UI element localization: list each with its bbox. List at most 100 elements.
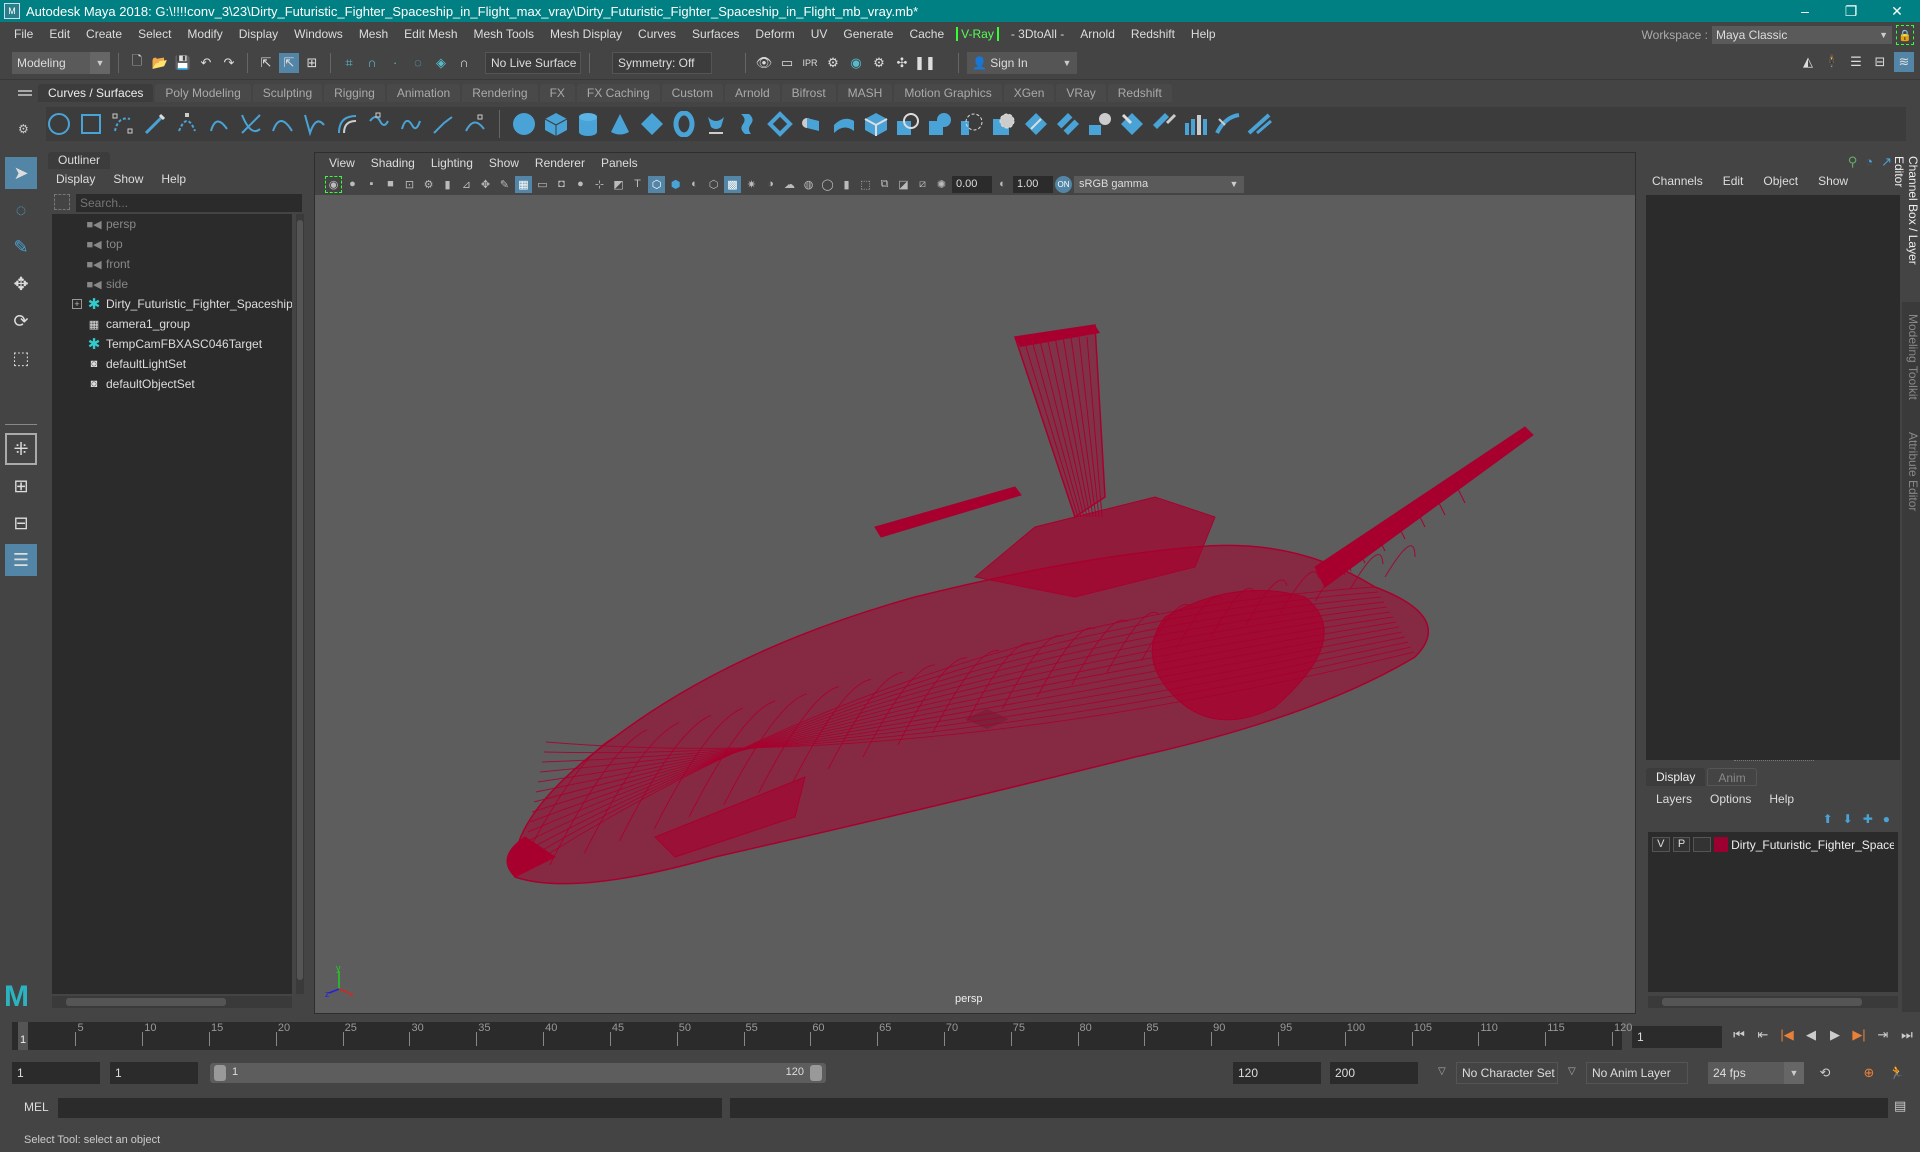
nurbs-circle-icon[interactable] (46, 111, 72, 137)
move-tool-icon[interactable]: ✥ (5, 268, 37, 300)
xray-components-icon[interactable]: ⧄ (914, 176, 931, 193)
show-menu[interactable]: Show (1818, 174, 1848, 188)
extend-curve-icon[interactable] (430, 111, 456, 137)
scale-tool-icon[interactable]: ⬚ (5, 342, 37, 374)
loop-icon[interactable]: ⟲ (1814, 1062, 1836, 1084)
viewport-panel[interactable]: View Shading Lighting Show Renderer Pane… (314, 152, 1636, 1014)
sculpt-geometry-icon[interactable] (1151, 111, 1177, 137)
persp-outliner-layout-icon[interactable]: ⊟ (5, 507, 37, 539)
offset-curve-icon[interactable] (334, 111, 360, 137)
manipulator-icon[interactable]: ⚲ (1848, 154, 1858, 170)
maximize-button[interactable]: ❐ (1828, 0, 1874, 22)
safe-action-icon[interactable]: ◩ (610, 176, 627, 193)
animation-preferences-icon[interactable]: 🏃 (1886, 1062, 1908, 1084)
surface-fillet-icon[interactable] (1087, 111, 1113, 137)
snap-point-icon[interactable]: ∙ (385, 53, 405, 73)
attribute-editor-icon[interactable]: ☰ (1846, 52, 1866, 72)
camera-attributes-icon[interactable]: ● (344, 176, 361, 193)
loft-icon[interactable] (735, 111, 761, 137)
snap-curve-icon[interactable]: ∩ (362, 53, 382, 73)
shelf-tab-fx[interactable]: FX (539, 84, 575, 102)
grease-pencil-icon[interactable]: ✎ (496, 176, 513, 193)
smooth-shade-icon[interactable]: ⬢ (667, 176, 684, 193)
layer-row[interactable]: V P Dirty_Futuristic_Fighter_Spaceship (1648, 832, 1898, 857)
character-set-arrow-icon[interactable]: ▽ (1438, 1066, 1446, 1077)
default-material-icon[interactable]: ◐ (686, 176, 703, 193)
pencil-curve-icon[interactable] (142, 111, 168, 137)
shelf-tab-animation[interactable]: Animation (386, 84, 461, 102)
shelf-tab-sculpting[interactable]: Sculpting (252, 84, 323, 102)
curve-fillet-icon[interactable] (302, 111, 328, 137)
range-slider[interactable]: 1 120 (210, 1063, 826, 1083)
outliner-search-input[interactable] (76, 194, 302, 212)
reverse-surface-icon[interactable] (1215, 111, 1241, 137)
menu-help[interactable]: Help (1183, 27, 1224, 41)
graph-icon[interactable]: ↗ (1881, 154, 1892, 170)
new-layer-icon[interactable]: ✚ (1863, 812, 1873, 826)
menuset-dropdown[interactable]: Modeling ▼ (12, 51, 110, 74)
snap-pivot-icon[interactable]: ∩ (454, 53, 474, 73)
birail-icon[interactable] (831, 111, 857, 137)
move-layer-down-icon[interactable]: ⬇ (1843, 812, 1853, 826)
shelf-settings-icon[interactable]: ⚙ (18, 122, 29, 136)
outliner-item[interactable]: ▦ camera1_group (52, 314, 292, 334)
open-scene-icon[interactable]: 📂 (150, 53, 170, 73)
detach-curves-icon[interactable] (398, 111, 424, 137)
outliner-item[interactable]: ■◀ top (52, 234, 292, 254)
intersect-surfaces-icon[interactable] (1055, 111, 1081, 137)
select-object-icon[interactable]: ⇱ (279, 52, 299, 73)
play-backwards-icon[interactable]: ◀ (1800, 1024, 1822, 1046)
cut-curve-icon[interactable] (270, 111, 296, 137)
layer-tab-display[interactable]: Display (1646, 768, 1706, 786)
shelf-tab-xgen[interactable]: XGen (1003, 84, 1055, 102)
outliner-item[interactable]: ■◀ side (52, 274, 292, 294)
gamma-field[interactable] (1013, 175, 1053, 193)
menu-3dtoall[interactable]: - 3DtoAll - (1003, 27, 1072, 41)
single-perspective-layout-icon[interactable]: ⁜ (5, 433, 37, 465)
pause-icon[interactable]: ❚❚ (914, 53, 936, 73)
go-to-end-icon[interactable]: ⏭ (1896, 1024, 1918, 1046)
safe-title-icon[interactable]: T (629, 176, 646, 193)
menu-display[interactable]: Display (231, 27, 286, 41)
current-frame-marker[interactable]: 1 (18, 1022, 28, 1050)
outliner-vertical-scrollbar[interactable] (296, 214, 304, 994)
menu-vray[interactable]: V-Ray (956, 27, 999, 41)
expand-icon[interactable]: + (72, 299, 82, 309)
motion-blur-icon[interactable]: ◍ (800, 176, 817, 193)
layer-horizontal-scrollbar[interactable] (1648, 996, 1898, 1008)
open-close-surface-icon[interactable] (1247, 111, 1273, 137)
snap-live-icon[interactable]: ◈ (431, 53, 451, 73)
nurbs-plane-icon[interactable] (639, 111, 665, 137)
ipr-render-icon[interactable]: IPR (800, 53, 820, 73)
outliner-menu-show[interactable]: Show (113, 172, 143, 186)
nurbs-sphere-icon[interactable] (511, 111, 537, 137)
shelf-tab-mash[interactable]: MASH (837, 84, 893, 102)
render-setup-icon[interactable]: ⚙ (869, 53, 889, 73)
shelf-tab-rendering[interactable]: Rendering (462, 84, 538, 102)
new-scene-icon[interactable]: 🗋 (127, 53, 147, 73)
modeling-toolkit-icon[interactable]: ◭ (1798, 52, 1818, 72)
channel-box-icon[interactable]: ≋ (1894, 52, 1914, 72)
outliner-horizontal-scrollbar[interactable] (52, 996, 292, 1008)
options-menu[interactable]: Options (1710, 792, 1751, 806)
field-chart-icon[interactable]: ⊹ (591, 176, 608, 193)
menu-redshift[interactable]: Redshift (1123, 27, 1183, 41)
shelf-tab-custom[interactable]: Custom (661, 84, 723, 102)
menu-edit[interactable]: Edit (41, 27, 78, 41)
tool-settings-icon[interactable]: ⊟ (1870, 52, 1890, 72)
render-frame-icon[interactable]: ▭ (777, 53, 797, 73)
viewport-menu-lighting[interactable]: Lighting (423, 156, 481, 170)
gate-mask-icon[interactable]: ● (572, 176, 589, 193)
outliner-menu-help[interactable]: Help (161, 172, 186, 186)
depth-of-field-icon[interactable]: ▮ (838, 176, 855, 193)
human-ik-icon[interactable]: 🕴 (1822, 52, 1842, 72)
use-all-lights-icon[interactable]: ✷ (743, 176, 760, 193)
menu-generate[interactable]: Generate (835, 27, 901, 41)
splitter-handle[interactable] (1734, 760, 1814, 762)
bookmark-camera-icon[interactable]: ▮ (439, 176, 456, 193)
outliner-layout-icon[interactable]: ☰ (5, 544, 37, 576)
shelf-tab-curves-surfaces[interactable]: Curves / Surfaces (38, 84, 154, 102)
stitch-icon[interactable] (1119, 111, 1145, 137)
fps-dropdown[interactable]: 24 fps ▼ (1708, 1062, 1804, 1084)
current-frame-field[interactable] (1632, 1026, 1722, 1048)
